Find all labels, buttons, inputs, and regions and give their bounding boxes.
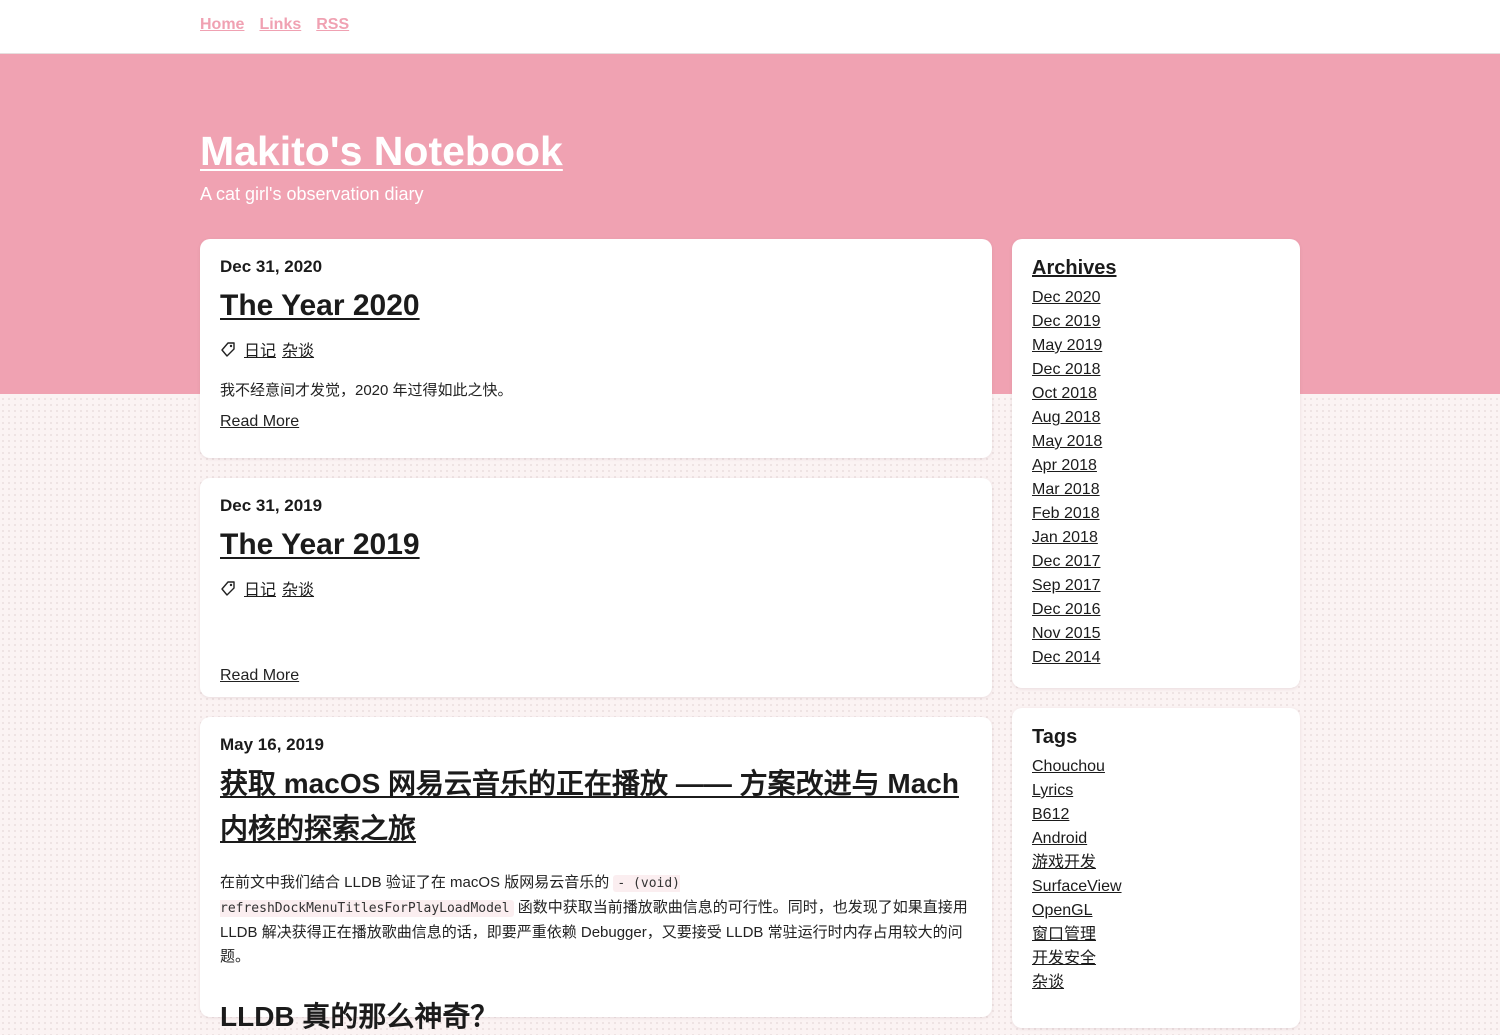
archive-item: Jan 2018 [1032,526,1280,550]
tag-link[interactable]: Android [1032,830,1087,847]
archive-link[interactable]: Mar 2018 [1032,481,1100,498]
post-title-link[interactable]: 获取 macOS 网易云音乐的正在播放 —— 方案改进与 Mach 内核的探索之… [220,761,972,851]
archive-link[interactable]: Dec 2019 [1032,313,1101,330]
post-excerpt: 在前文中我们结合 LLDB 验证了在 macOS 版网易云音乐的 - (void… [220,871,972,969]
tag-link[interactable]: 杂谈 [1032,974,1064,991]
site-title[interactable]: Makito's Notebook [200,128,563,175]
tag-item: 游戏开发 [1032,851,1280,875]
archives-list: Dec 2020 Dec 2019 May 2019 Dec 2018 Oct 2018… [1032,286,1280,670]
tag-item: Android [1032,827,1280,851]
tag-link[interactable]: OpenGL [1032,902,1092,919]
archive-item: Oct 2018 [1032,382,1280,406]
nav-link-rss[interactable]: RSS [316,16,349,34]
archive-link[interactable]: May 2018 [1032,433,1102,450]
post-excerpt [220,618,972,642]
post-date: Dec 31, 2019 [220,496,323,515]
post-tags: 日记 杂谈 [220,576,972,600]
tag-icon [221,342,235,357]
archives-title-link[interactable]: Archives [1032,257,1280,280]
archive-item: May 2018 [1032,430,1280,454]
tags-list: Chouchou Lyrics B612 Android 游戏开发 SurfaceView… [1032,755,1280,995]
top-nav-bar: Home Links RSS [0,0,1500,54]
post-tag-link[interactable]: 杂谈 [282,337,314,361]
tag-link[interactable]: 窗口管理 [1032,926,1096,943]
tag-item: SurfaceView [1032,875,1280,899]
tag-link[interactable]: 开发安全 [1032,950,1096,967]
archive-link[interactable]: Dec 2018 [1032,361,1101,378]
read-more-link[interactable]: Read More [220,413,299,431]
read-more-link[interactable]: Read More [220,667,299,685]
post-excerpt: 我不经意间才发觉，2020 年过得如此之快。 [220,382,513,399]
archives-widget: Archives Dec 2020 Dec 2019 May 2019 Dec 201… [1012,239,1300,688]
archive-item: Aug 2018 [1032,406,1280,430]
archive-item: Dec 2016 [1032,598,1280,622]
tag-link[interactable]: Chouchou [1032,758,1105,775]
archive-item: Feb 2018 [1032,502,1280,526]
post-title-link[interactable]: The Year 2019 [220,528,972,562]
post-title-link[interactable]: The Year 2020 [220,289,972,323]
post-card: May 16, 2019 获取 macOS 网易云音乐的正在播放 —— 方案改进… [200,717,992,1032]
post-tag-link[interactable]: 日记 [244,576,276,600]
tag-item: Chouchou [1032,755,1280,779]
archive-link[interactable]: Aug 2018 [1032,409,1101,426]
tags-widget: Tags Chouchou Lyrics B612 Android 游戏开发 Surfac… [1012,708,1300,1028]
tag-link[interactable]: 游戏开发 [1032,854,1096,871]
post-card: Dec 31, 2020 The Year 2020 日记 杂谈 我不经意间才发… [200,239,992,458]
post-tag-link[interactable]: 日记 [244,337,276,361]
archive-item: Dec 2019 [1032,310,1280,334]
post-tag-link[interactable]: 杂谈 [282,576,314,600]
post-date: May 16, 2019 [220,735,324,754]
site-subtitle: A cat girl's observation diary [200,184,424,204]
post-date: Dec 31, 2020 [220,257,323,276]
archive-item: Dec 2018 [1032,358,1280,382]
tag-item: Lyrics [1032,779,1280,803]
tag-link[interactable]: Lyrics [1032,782,1073,799]
archive-link[interactable]: Feb 2018 [1032,505,1100,522]
nav-link-links[interactable]: Links [259,16,301,34]
tag-item: 杂谈 [1032,971,1280,995]
tag-item: 开发安全 [1032,947,1280,971]
archive-link[interactable]: May 2019 [1032,337,1102,354]
tag-link[interactable]: SurfaceView [1032,878,1122,895]
archive-item: Dec 2017 [1032,550,1280,574]
archive-link[interactable]: Nov 2015 [1032,625,1101,642]
archive-link[interactable]: Dec 2017 [1032,553,1101,570]
tags-title: Tags [1032,726,1078,748]
archive-link[interactable]: Jan 2018 [1032,529,1098,546]
archive-item: Dec 2014 [1032,646,1280,670]
archive-link[interactable]: Apr 2018 [1032,457,1097,474]
archive-link[interactable]: Dec 2014 [1032,649,1101,666]
archive-item: May 2019 [1032,334,1280,358]
archive-item: Mar 2018 [1032,478,1280,502]
archive-link[interactable]: Dec 2016 [1032,601,1101,618]
tag-link[interactable]: B612 [1032,806,1069,823]
tag-icon [221,581,235,596]
archive-item: Apr 2018 [1032,454,1280,478]
post-section-heading: LLDB 真的那么神奇？ [220,1001,499,1032]
archive-link[interactable]: Dec 2020 [1032,289,1101,306]
post-card: Dec 31, 2019 The Year 2019 日记 杂谈 Read Mo… [200,478,992,697]
tag-item: OpenGL [1032,899,1280,923]
archive-item: Dec 2020 [1032,286,1280,310]
excerpt-text: 在前文中我们结合 LLDB 验证了在 macOS 版网易云音乐的 [220,874,610,891]
archive-item: Sep 2017 [1032,574,1280,598]
nav-link-home[interactable]: Home [200,16,244,34]
archive-link[interactable]: Oct 2018 [1032,385,1097,402]
post-tags: 日记 杂谈 [220,337,972,361]
archive-link[interactable]: Sep 2017 [1032,577,1101,594]
tag-item: B612 [1032,803,1280,827]
archive-item: Nov 2015 [1032,622,1280,646]
tag-item: 窗口管理 [1032,923,1280,947]
main-nav: Home Links RSS [200,16,349,34]
